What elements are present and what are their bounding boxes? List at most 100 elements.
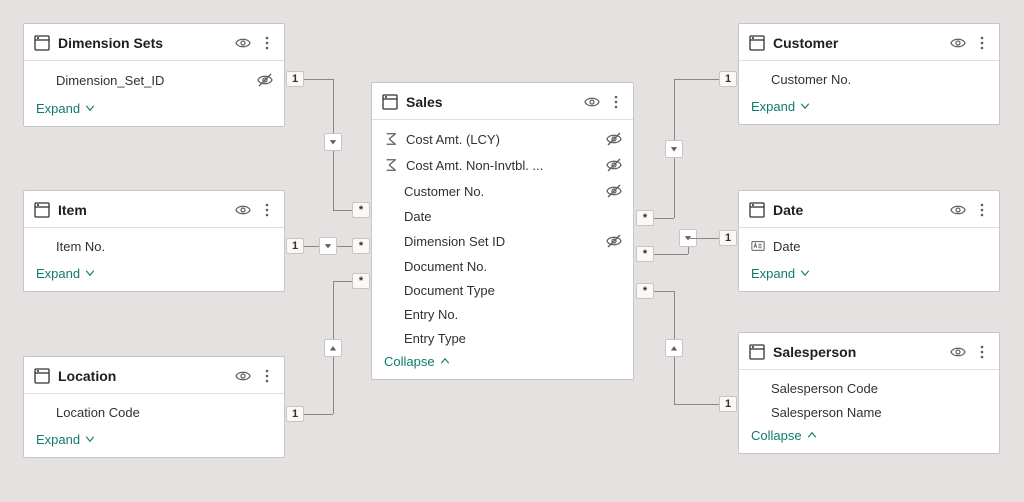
field-row[interactable]: Date: [372, 204, 633, 228]
cardinality-one: 1: [719, 396, 737, 412]
cardinality-one: 1: [286, 71, 304, 87]
more-options-icon[interactable]: [975, 201, 989, 219]
table-item[interactable]: Item Item No. Expand: [23, 190, 285, 292]
field-label: Customer No.: [771, 72, 989, 87]
field-row[interactable]: Document Type: [372, 278, 633, 302]
field-row[interactable]: Dimension Set ID: [372, 228, 633, 254]
table-body: Location Code Expand: [24, 394, 284, 457]
more-options-icon[interactable]: [975, 34, 989, 52]
field-label: Dimension Set ID: [404, 234, 599, 249]
table-icon: [382, 94, 398, 110]
field-label: Entry No.: [404, 307, 623, 322]
table-dimension-sets[interactable]: Dimension Sets Dimension_Set_ID Expand: [23, 23, 285, 127]
table-salesperson[interactable]: Salesperson Salesperson Code Salesperson…: [738, 332, 1000, 454]
table-icon: [749, 35, 765, 51]
field-row[interactable]: Cost Amt. (LCY): [372, 126, 633, 152]
filter-direction-icon[interactable]: [324, 339, 342, 357]
hidden-field-icon[interactable]: [605, 156, 623, 174]
field-row[interactable]: Date: [739, 234, 999, 258]
table-location[interactable]: Location Location Code Expand: [23, 356, 285, 458]
filter-direction-icon[interactable]: [665, 339, 683, 357]
field-row[interactable]: Dimension_Set_ID: [24, 67, 284, 93]
field-row[interactable]: Entry No.: [372, 302, 633, 326]
filter-direction-icon[interactable]: [665, 140, 683, 158]
table-title: Item: [58, 202, 226, 218]
more-options-icon[interactable]: [260, 201, 274, 219]
field-row[interactable]: Location Code: [24, 400, 284, 424]
expand-label: Expand: [36, 101, 80, 116]
expand-button[interactable]: Expand: [24, 424, 284, 457]
table-date[interactable]: Date Date Expand: [738, 190, 1000, 292]
visibility-toggle-icon[interactable]: [234, 201, 252, 219]
field-row[interactable]: Salesperson Name: [739, 400, 999, 424]
table-icon: [34, 35, 50, 51]
field-row[interactable]: Document No.: [372, 254, 633, 278]
table-customer[interactable]: Customer Customer No. Expand: [738, 23, 1000, 125]
expand-label: Expand: [36, 432, 80, 447]
field-label: Date: [773, 239, 989, 254]
expand-button[interactable]: Expand: [739, 91, 999, 124]
table-header[interactable]: Date: [739, 191, 999, 228]
connector-line: [688, 238, 719, 239]
visibility-toggle-icon[interactable]: [949, 34, 967, 52]
more-options-icon[interactable]: [609, 93, 623, 111]
table-body: Date Expand: [739, 228, 999, 291]
sales-field-scroll[interactable]: Cost Amt. (LCY) Cost Amt. Non-Invtbl. ..…: [372, 126, 633, 350]
table-header[interactable]: Customer: [739, 24, 999, 61]
hidden-field-icon[interactable]: [256, 71, 274, 89]
filter-direction-icon[interactable]: [319, 237, 337, 255]
expand-button[interactable]: Expand: [739, 258, 999, 291]
field-label: Document No.: [404, 259, 623, 274]
table-header[interactable]: Item: [24, 191, 284, 228]
table-header[interactable]: Location: [24, 357, 284, 394]
expand-button[interactable]: Expand: [24, 258, 284, 291]
table-title: Date: [773, 202, 941, 218]
field-label: Location Code: [56, 405, 274, 420]
hidden-field-icon[interactable]: [605, 130, 623, 148]
field-row[interactable]: Salesperson Code: [739, 376, 999, 400]
visibility-toggle-icon[interactable]: [583, 93, 601, 111]
visibility-toggle-icon[interactable]: [949, 343, 967, 361]
chevron-down-icon: [84, 433, 96, 448]
table-header[interactable]: Salesperson: [739, 333, 999, 370]
chevron-up-icon: [439, 355, 451, 370]
more-options-icon[interactable]: [260, 367, 274, 385]
more-options-icon[interactable]: [260, 34, 274, 52]
chevron-up-icon: [806, 429, 818, 444]
table-sales[interactable]: Sales Cost Amt. (LCY) Cost Amt. Non-Invt…: [371, 82, 634, 380]
table-header[interactable]: Dimension Sets: [24, 24, 284, 61]
collapse-button[interactable]: Collapse: [739, 424, 999, 453]
field-row[interactable]: Cost Amt. Non-Invtbl. ...: [372, 152, 633, 178]
hidden-field-icon[interactable]: [605, 232, 623, 250]
table-body: Salesperson Code Salesperson Name Collap…: [739, 370, 999, 453]
visibility-toggle-icon[interactable]: [234, 367, 252, 385]
expand-button[interactable]: Expand: [24, 93, 284, 126]
field-label: Item No.: [56, 239, 274, 254]
field-row[interactable]: Customer No.: [372, 178, 633, 204]
filter-direction-icon[interactable]: [324, 133, 342, 151]
connector-line: [333, 281, 353, 282]
table-icon: [34, 202, 50, 218]
table-title: Location: [58, 368, 226, 384]
cardinality-many: *: [352, 273, 370, 289]
table-header[interactable]: Sales: [372, 83, 633, 120]
sigma-icon: [382, 132, 400, 146]
chevron-down-icon: [799, 267, 811, 282]
visibility-toggle-icon[interactable]: [949, 201, 967, 219]
connector-line: [674, 404, 719, 405]
table-icon: [749, 344, 765, 360]
field-row[interactable]: Item No.: [24, 234, 284, 258]
field-row[interactable]: Customer No.: [739, 67, 999, 91]
collapse-label: Collapse: [751, 428, 802, 443]
more-options-icon[interactable]: [975, 343, 989, 361]
visibility-toggle-icon[interactable]: [234, 34, 252, 52]
cardinality-one: 1: [286, 406, 304, 422]
table-title: Dimension Sets: [58, 35, 226, 51]
table-body: Item No. Expand: [24, 228, 284, 291]
cardinality-one: 1: [719, 71, 737, 87]
field-row[interactable]: Entry Type: [372, 326, 633, 350]
hidden-field-icon[interactable]: [605, 182, 623, 200]
collapse-button[interactable]: Collapse: [372, 350, 633, 379]
table-body: Dimension_Set_ID Expand: [24, 61, 284, 126]
text-type-icon: [749, 239, 767, 253]
